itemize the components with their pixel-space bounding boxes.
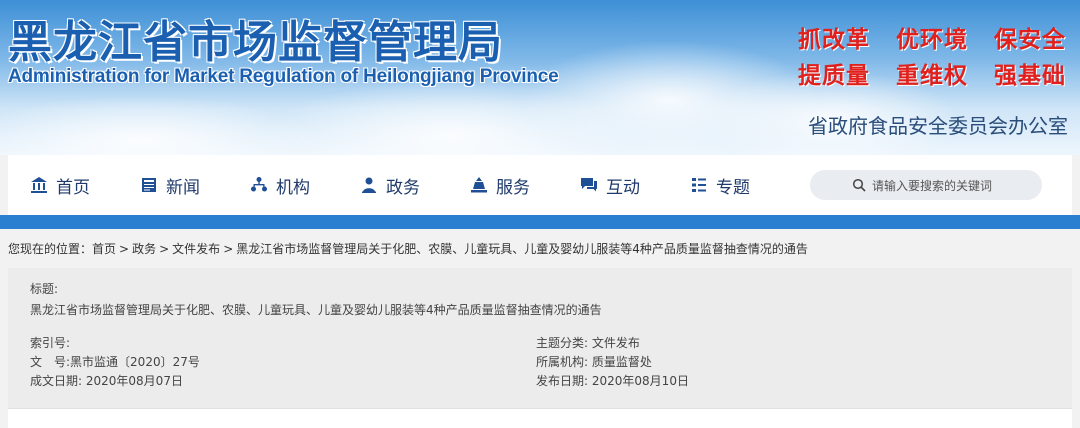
slogan: 重维权: [896, 63, 968, 89]
publish-date-value: 2020年08月10日: [591, 374, 689, 388]
chat-icon: [581, 178, 597, 192]
document-info-panel: 标题: 黑龙江省市场监督管理局关于化肥、农膜、儿童玩具、儿童及婴幼儿服装等4种产…: [8, 268, 1072, 410]
breadcrumb-prefix: 您现在的位置：: [8, 242, 93, 256]
list-icon: [692, 178, 706, 192]
nav-label: 机构: [276, 177, 310, 198]
office-name: 省政府食品安全委员会办公室: [808, 114, 1068, 138]
breadcrumb-sep: >: [119, 242, 130, 256]
nav-label: 专题: [716, 177, 750, 198]
nav-item-news[interactable]: 新闻: [140, 173, 200, 198]
search-placeholder: 请输入要搜索的关键词: [872, 178, 993, 193]
title-value: 黑龙江省市场监督管理局关于化肥、农膜、儿童玩具、儿童及婴幼儿服装等4种产品质量监…: [30, 303, 602, 317]
nav-label: 服务: [496, 177, 530, 198]
slogan: 优环境: [896, 27, 968, 53]
topic-label: 主题分类:: [536, 336, 589, 350]
breadcrumb-sep: >: [159, 242, 170, 256]
site-title: 黑龙江省市场监督管理局: [8, 17, 503, 68]
service-icon: [471, 177, 487, 193]
nav-label: 政务: [386, 177, 420, 198]
content-area: [8, 408, 1072, 428]
nav-item-gov[interactable]: 政务: [360, 173, 420, 198]
breadcrumb-sep: >: [223, 242, 234, 256]
breadcrumb-current: 黑龙江省市场监督管理局关于化肥、农膜、儿童玩具、儿童及婴幼儿服装等4种产品质量监…: [236, 242, 808, 256]
nav-label: 新闻: [166, 177, 200, 198]
search-box[interactable]: 请输入要搜索的关键词: [810, 170, 1042, 200]
nav-item-interact[interactable]: 互动: [580, 173, 640, 198]
person-icon: [362, 177, 376, 193]
publish-date-label: 发布日期:: [536, 374, 589, 388]
nav-item-topic[interactable]: 专题: [690, 173, 750, 198]
written-date-value: 2020年08月07日: [85, 374, 183, 388]
topic-value: 文件发布: [591, 336, 640, 350]
nav-label: 首页: [56, 177, 90, 198]
nav-divider-bar: [0, 215, 1080, 229]
doc-number-value: 黑市监通〔2020〕27号: [70, 355, 200, 369]
site-subtitle: Administration for Market Regulation of …: [8, 66, 559, 87]
org-label: 所属机构:: [536, 355, 589, 369]
org-value: 质量监督处: [591, 355, 652, 369]
written-date-label: 成文日期:: [30, 374, 83, 388]
news-icon: [142, 178, 156, 192]
search-icon: [852, 178, 866, 192]
slogan: 提质量: [798, 63, 870, 89]
breadcrumb-docs[interactable]: 文件发布: [172, 242, 220, 256]
nav-item-org[interactable]: 机构: [250, 173, 310, 198]
doc-number-label: 文 号:: [30, 355, 71, 369]
slogan: 抓改革: [798, 27, 870, 53]
slogan: 强基础: [994, 63, 1066, 89]
breadcrumb-gov[interactable]: 政务: [132, 242, 156, 256]
header-banner: 黑龙江省市场监督管理局 Administration for Market Re…: [0, 0, 1080, 155]
title-label: 标题:: [30, 282, 59, 296]
breadcrumb-home[interactable]: 首页: [92, 242, 116, 256]
main-nav: 首页 新闻 机构 政务 服务 互动 专题 请输入要搜索的关键词: [8, 155, 1072, 215]
home-icon: [31, 177, 47, 193]
nav-item-service[interactable]: 服务: [470, 173, 530, 198]
nav-item-home[interactable]: 首页: [30, 173, 90, 198]
nav-label: 互动: [606, 177, 640, 198]
slogan: 保安全: [994, 27, 1066, 53]
breadcrumb: 您现在的位置：首页 > 政务 > 文件发布 > 黑龙江省市场监督管理局关于化肥、农膜、儿童玩…: [8, 240, 1072, 257]
org-icon: [251, 177, 267, 192]
slogans: 抓改革 优环境 保安全 提质量 重维权 强基础: [798, 20, 1066, 90]
index-label: 索引号:: [30, 336, 71, 350]
